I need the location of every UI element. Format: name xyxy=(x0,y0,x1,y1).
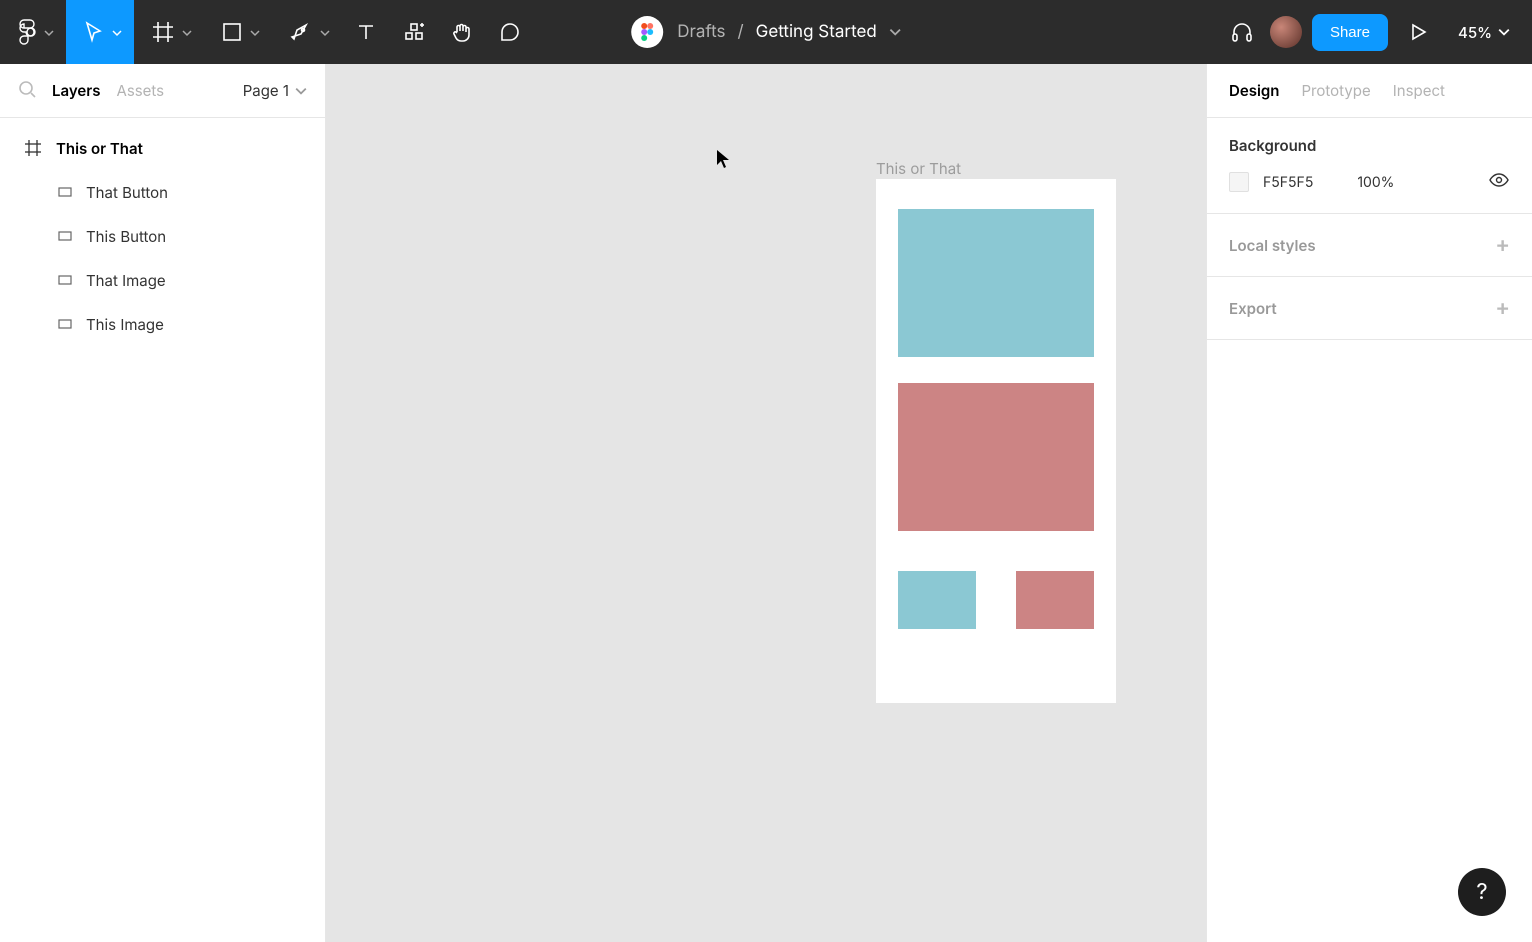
zoom-value: 45% xyxy=(1458,23,1492,42)
breadcrumb-file: Getting Started xyxy=(756,22,877,42)
help-button[interactable]: ? xyxy=(1458,868,1506,916)
tab-assets[interactable]: Assets xyxy=(116,81,164,100)
help-icon: ? xyxy=(1476,879,1487,905)
layer-label: This Image xyxy=(86,315,164,334)
chevron-down-icon xyxy=(295,85,307,97)
local-styles-label: Local styles xyxy=(1229,236,1316,255)
tab-layers[interactable]: Layers xyxy=(52,81,100,100)
canvas-this-image[interactable] xyxy=(898,209,1094,357)
pen-tool-button[interactable] xyxy=(272,0,342,64)
search-icon[interactable] xyxy=(18,80,36,102)
chevron-down-icon xyxy=(182,28,190,36)
canvas-frame[interactable] xyxy=(876,179,1116,703)
share-button[interactable]: Share xyxy=(1312,14,1388,51)
design-panel: Design Prototype Inspect Background F5F5… xyxy=(1206,64,1532,942)
page-select[interactable]: Page 1 xyxy=(243,81,307,100)
page-label: Page 1 xyxy=(243,81,289,100)
eye-icon xyxy=(1488,169,1510,191)
play-icon xyxy=(1409,23,1427,41)
figma-menu-button[interactable] xyxy=(0,0,66,64)
tab-prototype[interactable]: Prototype xyxy=(1301,81,1370,100)
breadcrumb-separator: / xyxy=(738,22,744,42)
frame-title-label[interactable]: This or That xyxy=(876,159,961,178)
layer-label: This Button xyxy=(86,227,166,246)
frame-tool-button[interactable] xyxy=(134,0,204,64)
background-section-title: Background xyxy=(1229,136,1510,155)
breadcrumb[interactable]: Drafts / Getting Started xyxy=(677,22,901,42)
tab-inspect[interactable]: Inspect xyxy=(1393,81,1445,100)
frame-icon xyxy=(24,139,42,157)
headphones-icon xyxy=(1230,20,1254,44)
canvas-that-button[interactable] xyxy=(1016,571,1094,629)
resources-tool-button[interactable] xyxy=(390,0,438,64)
add-local-style-button[interactable]: + xyxy=(1495,232,1510,258)
shape-tool-button[interactable] xyxy=(204,0,272,64)
chevron-down-icon xyxy=(44,28,52,36)
background-hex[interactable]: F5F5F5 xyxy=(1263,174,1313,191)
move-tool-button[interactable] xyxy=(66,0,134,64)
resources-icon xyxy=(403,21,425,43)
layer-that-image[interactable]: That Image xyxy=(0,258,325,302)
background-opacity[interactable]: 100% xyxy=(1357,174,1394,191)
tab-design[interactable]: Design xyxy=(1229,81,1279,100)
rectangle-icon xyxy=(58,317,72,331)
comment-icon xyxy=(499,21,521,43)
text-tool-button[interactable] xyxy=(342,0,390,64)
layer-this-image[interactable]: This Image xyxy=(0,302,325,346)
move-tool-icon xyxy=(84,21,104,43)
layers-panel: Layers Assets Page 1 This or That xyxy=(0,64,326,942)
hand-tool-button[interactable] xyxy=(438,0,486,64)
chevron-down-icon xyxy=(250,28,258,36)
cursor-icon xyxy=(716,149,732,173)
rectangle-icon xyxy=(58,273,72,287)
chevron-down-icon xyxy=(1498,26,1510,38)
frame-tool-icon xyxy=(152,21,174,43)
rectangle-icon xyxy=(58,185,72,199)
layer-label: That Image xyxy=(86,271,166,290)
background-swatch[interactable] xyxy=(1229,172,1249,192)
figma-logo-icon xyxy=(18,19,36,45)
user-avatar[interactable] xyxy=(1270,16,1302,48)
present-button[interactable] xyxy=(1398,23,1438,41)
comment-tool-button[interactable] xyxy=(486,0,534,64)
layer-label: That Button xyxy=(86,183,168,202)
canvas-that-image[interactable] xyxy=(898,383,1094,531)
rectangle-tool-icon xyxy=(222,22,242,42)
document-logo-icon xyxy=(631,16,663,48)
add-export-button[interactable]: + xyxy=(1495,295,1510,321)
breadcrumb-project: Drafts xyxy=(677,22,725,42)
pen-tool-icon xyxy=(290,21,312,43)
canvas[interactable]: This or That xyxy=(326,64,1206,942)
canvas-this-button[interactable] xyxy=(898,571,976,629)
audio-button[interactable] xyxy=(1224,0,1260,64)
rectangle-icon xyxy=(58,229,72,243)
chevron-down-icon xyxy=(112,28,120,36)
text-tool-icon xyxy=(355,21,377,43)
hand-tool-icon xyxy=(451,21,473,43)
visibility-toggle[interactable] xyxy=(1488,169,1510,195)
layer-label: This or That xyxy=(56,139,143,158)
zoom-dropdown[interactable]: 45% xyxy=(1448,23,1510,42)
layer-frame-this-or-that[interactable]: This or That xyxy=(0,126,325,170)
chevron-down-icon xyxy=(320,28,328,36)
export-label: Export xyxy=(1229,299,1277,318)
layer-that-button[interactable]: That Button xyxy=(0,170,325,214)
chevron-down-icon xyxy=(889,26,901,38)
layer-this-button[interactable]: This Button xyxy=(0,214,325,258)
